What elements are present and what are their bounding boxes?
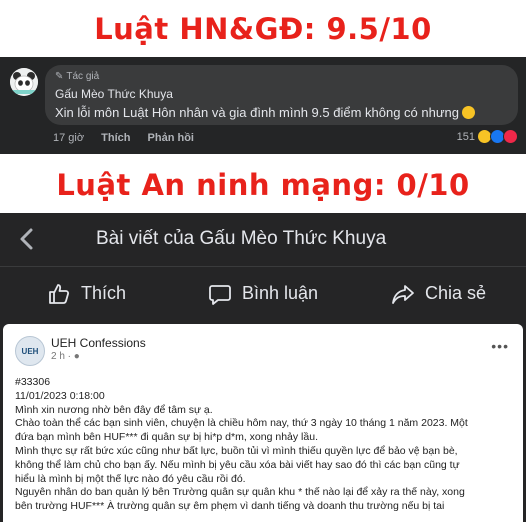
commenter-avatar[interactable]: [10, 68, 38, 96]
comment-text-body: Xin lỗi môn Luật Hôn nhân và gia đình mì…: [55, 105, 460, 120]
post-line: không thể làm chủ cho bạn ấy. Nếu mình b…: [15, 458, 460, 471]
post-line: Nguyên nhân do ban quản lý bên Trường qu…: [15, 486, 465, 499]
comment-text: Xin lỗi môn Luật Hôn nhân và gia đình mì…: [55, 105, 476, 120]
post-line: 11/01/2023 0:18:00: [15, 389, 105, 402]
like-button[interactable]: Thích: [47, 267, 126, 320]
post-line[interactable]: #33306: [15, 376, 515, 390]
reaction-summary[interactable]: 151: [457, 129, 518, 144]
post-body: #33306 11/01/2023 0:18:00 Mình xin nương…: [15, 376, 515, 514]
page-name[interactable]: UEH Confessions: [51, 336, 146, 350]
post-time[interactable]: 2 h · ●: [51, 351, 80, 362]
reaction-count: 151: [456, 130, 475, 143]
smile-emoji-icon: [462, 106, 476, 119]
comment-reply-button[interactable]: Phản hồi: [148, 132, 194, 144]
share-button[interactable]: Chia sẻ: [391, 267, 486, 320]
like-label: Thích: [81, 283, 127, 303]
action-bar: Thích Bình luận Chia sẻ: [0, 266, 526, 319]
mobile-post-screen: Bài viết của Gấu Mèo Thức Khuya Thích Bì…: [0, 213, 526, 522]
post-line: hiểu là mình bị một thế lực nào đó yêu c…: [15, 472, 246, 485]
comment-bubble-icon: [209, 284, 231, 305]
comment-author-name[interactable]: Gấu Mèo Thức Khuya: [55, 87, 173, 101]
headline-middle: Luật An ninh mạng: 0/10: [56, 168, 470, 202]
comment-like-button[interactable]: Thích: [101, 132, 130, 144]
post-line: Mình xin nương nhờ bên đây để tâm sự ạ.: [15, 403, 213, 416]
share-arrow-icon: [392, 284, 414, 304]
shared-post-card: UEH UEH Confessions 2 h · ● ••• #33306 1…: [3, 324, 523, 522]
share-label: Chia sẻ: [425, 283, 487, 303]
headline-top: Luật HN&GĐ: 9.5/10: [94, 12, 432, 46]
post-time-text: 2 h ·: [51, 351, 72, 362]
thumbs-up-icon: [49, 283, 70, 304]
post-line: Chào toàn thể các bạn sinh viên, chuyện …: [15, 417, 468, 430]
more-options-icon[interactable]: •••: [491, 338, 509, 354]
post-line: bên trường HUF*** À trường quân sự êm ph…: [15, 500, 445, 513]
comment-label: Bình luận: [242, 283, 319, 303]
author-tag-label: Tác giả: [66, 71, 100, 82]
page-avatar[interactable]: UEH: [15, 336, 45, 366]
comment-time[interactable]: 17 giờ: [53, 132, 84, 144]
top-bar: Bài viết của Gấu Mèo Thức Khuya: [0, 213, 526, 266]
page-title: Bài viết của Gấu Mèo Thức Khuya: [96, 228, 387, 249]
comment-actions: 17 giờ Thích Phản hồi: [53, 132, 208, 144]
pen-icon: ✎: [55, 71, 64, 82]
globe-icon: ●: [73, 351, 80, 362]
comment-bubble: ✎ Tác giả Gấu Mèo Thức Khuya Xin lỗi môn …: [45, 65, 518, 125]
page-avatar-text: UEH: [21, 346, 39, 356]
back-arrow-icon[interactable]: [16, 226, 38, 257]
love-reaction-icon: [503, 129, 518, 144]
comment-button[interactable]: Bình luận: [208, 267, 318, 320]
post-line: Mình thực sự rất bức xúc cũng như bất lự…: [15, 444, 458, 457]
comment-panel: ✎ Tác giả Gấu Mèo Thức Khuya Xin lỗi môn …: [0, 57, 526, 154]
post-line: đứa bạn mình bên HUF*** đi quân sự bị hi…: [15, 431, 318, 444]
author-tag: ✎ Tác giả: [55, 71, 99, 82]
